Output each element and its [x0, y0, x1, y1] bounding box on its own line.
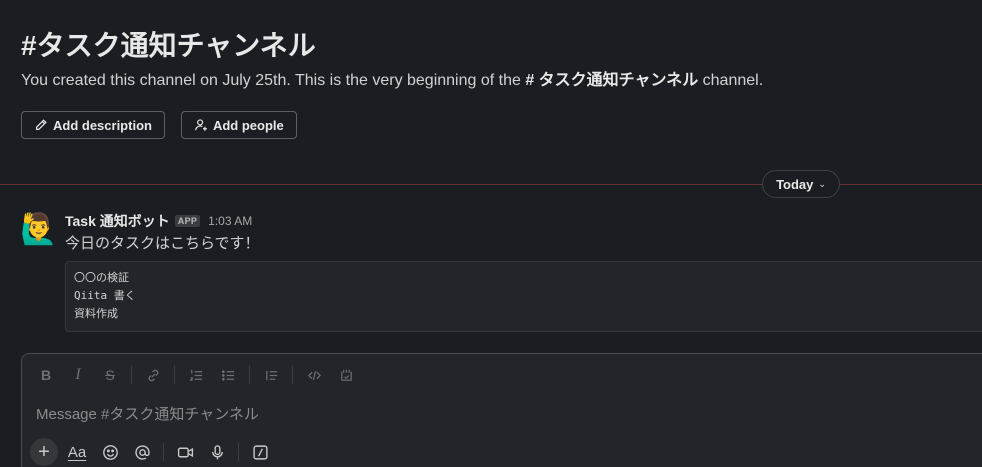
add-person-icon: [195, 119, 207, 131]
bold-icon[interactable]: B: [32, 363, 60, 387]
app-badge: APP: [174, 215, 201, 227]
intro-suffix: channel.: [698, 72, 764, 89]
toolbar-divider: [131, 366, 132, 384]
message-text: 今日のタスクはこちらです！: [65, 235, 260, 252]
text-format-icon[interactable]: Aa: [62, 438, 92, 466]
add-description-button[interactable]: Add description: [21, 111, 165, 139]
code-line: Qiita 書く: [74, 289, 136, 302]
message-timestamp[interactable]: 1:03 AM: [208, 214, 252, 228]
code-block: 〇〇の検証 Qiita 書く 資料作成: [65, 261, 982, 332]
composer-actions: + Aa: [30, 438, 274, 466]
microphone-icon[interactable]: [203, 438, 231, 466]
toolbar-divider: [292, 366, 293, 384]
code-line: 資料作成: [74, 307, 118, 320]
channel-title: #タスク通知チャンネル: [21, 30, 316, 61]
code-icon[interactable]: [300, 363, 328, 387]
toolbar-divider: [249, 366, 250, 384]
intro-channel-name[interactable]: # タスク通知チャンネル: [525, 72, 698, 89]
add-people-label: Add people: [212, 117, 284, 133]
code-line: 〇〇の検証: [74, 271, 129, 284]
message-composer: B I S Message #タスク通知チャンネル + Aa: [21, 353, 982, 467]
day-jump-button[interactable]: Today ⌄: [762, 170, 840, 198]
ordered-list-icon[interactable]: [182, 363, 210, 387]
add-description-label: Add description: [53, 117, 152, 133]
message-body: Task 通知ボット APP 1:03 AM 今日のタスクはこちらです！ 〇〇の…: [65, 212, 982, 332]
chevron-down-icon: ⌄: [818, 178, 826, 189]
plus-icon[interactable]: +: [30, 438, 58, 466]
italic-icon[interactable]: I: [64, 363, 92, 387]
toolbar-divider: [174, 366, 175, 384]
slash-command-icon[interactable]: [246, 438, 274, 466]
video-icon[interactable]: [171, 438, 199, 466]
message-header: Task 通知ボット APP 1:03 AM: [65, 212, 982, 230]
message-input[interactable]: [34, 402, 938, 426]
day-label: Today: [776, 176, 814, 192]
add-people-button[interactable]: Add people: [180, 111, 297, 139]
toolbar-divider: [163, 443, 164, 461]
pencil-icon: [36, 119, 47, 130]
channel-intro: #タスク通知チャンネル You created this channel on …: [21, 28, 982, 139]
bulleted-list-icon[interactable]: [214, 363, 242, 387]
mention-icon[interactable]: [128, 438, 156, 466]
formatting-toolbar: B I S: [32, 363, 360, 387]
intro-buttons: Add description Add people: [21, 111, 982, 139]
intro-prefix: You created this channel on July 25th. T…: [21, 72, 526, 89]
code-block-icon[interactable]: [332, 363, 360, 387]
sender-name[interactable]: Task 通知ボット: [65, 211, 170, 231]
link-icon[interactable]: [139, 363, 167, 387]
avatar[interactable]: 🙋‍♂️: [20, 212, 57, 248]
toolbar-divider: [238, 443, 239, 461]
slack-channel-view: #タスク通知チャンネル You created this channel on …: [0, 0, 982, 467]
blockquote-icon[interactable]: [257, 363, 285, 387]
channel-intro-text: You created this channel on July 25th. T…: [21, 70, 982, 92]
emoji-icon[interactable]: [96, 438, 124, 466]
strikethrough-icon[interactable]: S: [96, 363, 124, 387]
